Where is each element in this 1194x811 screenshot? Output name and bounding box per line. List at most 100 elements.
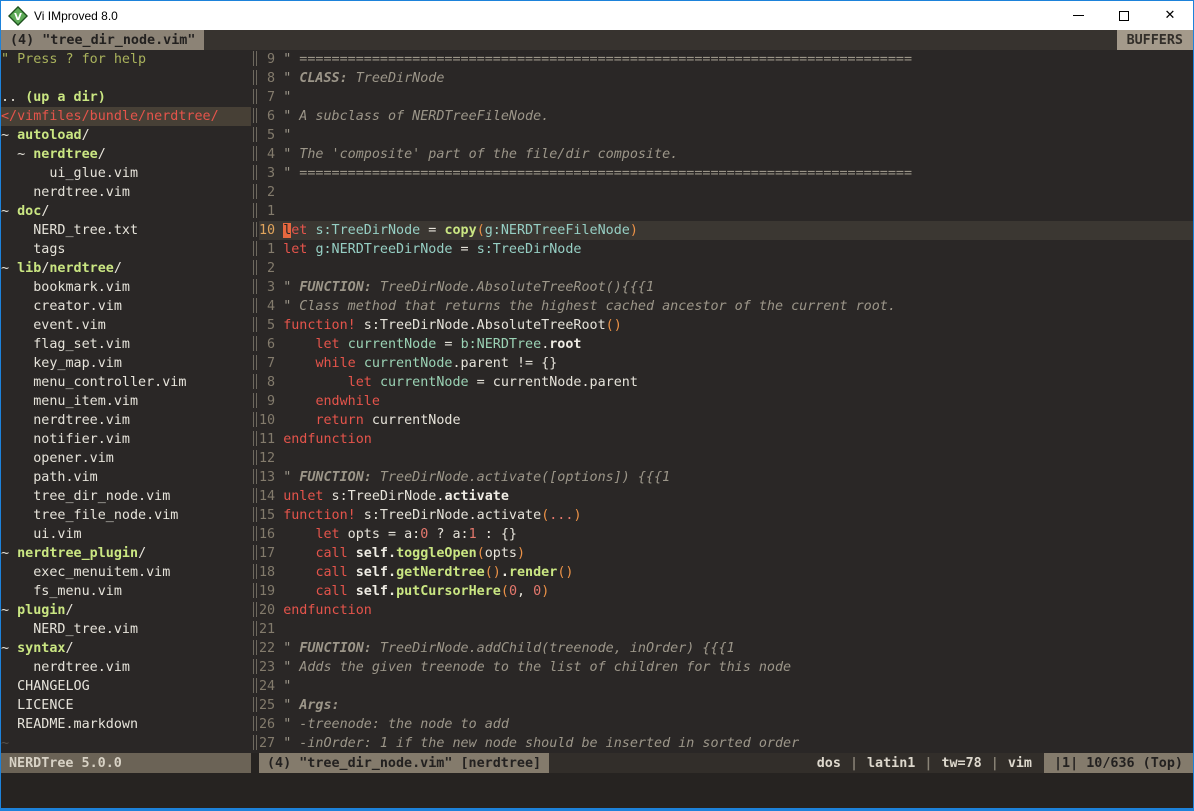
code-line[interactable]: 18 call self.getNerdtree().render(): [259, 563, 1193, 582]
tree-item[interactable]: fs_menu.vim: [1, 582, 251, 601]
tree-item[interactable]: event.vim: [1, 316, 251, 335]
code-line[interactable]: 5 function! s:TreeDirNode.AbsoluteTreeRo…: [259, 316, 1193, 335]
token-tl: currentNode: [380, 375, 469, 390]
maximize-button[interactable]: [1101, 1, 1147, 30]
tree-item[interactable]: menu_item.vim: [1, 392, 251, 411]
code-line[interactable]: 21: [259, 620, 1193, 639]
command-line-area: [1, 773, 1193, 808]
code-line[interactable]: 6 " A subclass of NERDTreeFileNode.: [259, 107, 1193, 126]
tree-item[interactable]: flag_set.vim: [1, 335, 251, 354]
token-tx: exec_menuitem.vim: [1, 565, 170, 580]
code-line[interactable]: 9 endwhile: [259, 392, 1193, 411]
tree-item[interactable]: README.markdown: [1, 715, 251, 734]
tab-active-buffer[interactable]: (4) "tree_dir_node.vim": [1, 30, 204, 50]
tree-item[interactable]: NERD_tree.vim: [1, 620, 251, 639]
code-line[interactable]: 4 " Class method that returns the highes…: [259, 297, 1193, 316]
tree-item[interactable]: CHANGELOG: [1, 677, 251, 696]
tree-item[interactable]: ~ nerdtree/: [1, 145, 251, 164]
tree-item[interactable]: ~: [1, 734, 251, 753]
tree-item[interactable]: notifier.vim: [1, 430, 251, 449]
tree-item[interactable]: NERD_tree.txt: [1, 221, 251, 240]
tree-item[interactable]: ~ lib/nerdtree/: [1, 259, 251, 278]
token-tx: nerdtree.vim: [1, 413, 130, 428]
code-line-current[interactable]: 10 let s:TreeDirNode = copy(g:NERDTreeFi…: [259, 221, 1193, 240]
tree-item[interactable]: ~ doc/: [1, 202, 251, 221]
code-line[interactable]: 11 endfunction: [259, 430, 1193, 449]
minimize-button[interactable]: [1055, 1, 1101, 30]
code-line[interactable]: 26 " -treenode: the node to add: [259, 715, 1193, 734]
code-line[interactable]: 12: [259, 449, 1193, 468]
tree-item[interactable]: ui_glue.vim: [1, 164, 251, 183]
code-line[interactable]: 3 " ====================================…: [259, 164, 1193, 183]
code-line[interactable]: 7 while currentNode.parent != {}: [259, 354, 1193, 373]
tree-item[interactable]: menu_controller.vim: [1, 373, 251, 392]
tree-item[interactable]: exec_menuitem.vim: [1, 563, 251, 582]
tree-item[interactable]: " Press ? for help: [1, 50, 251, 69]
tree-item[interactable]: ui.vim: [1, 525, 251, 544]
token-tx: [356, 356, 364, 371]
code-line[interactable]: 10 return currentNode: [259, 411, 1193, 430]
code-line[interactable]: 25 " Args:: [259, 696, 1193, 715]
editor-panel[interactable]: 9 " ====================================…: [259, 50, 1193, 753]
tree-root-item[interactable]: </vimfiles/bundle/nerdtree/: [1, 107, 251, 126]
tree-item[interactable]: bookmark.vim: [1, 278, 251, 297]
code-line[interactable]: 17 call self.toggleOpen(opts): [259, 544, 1193, 563]
code-line[interactable]: 23 " Adds the given treenode to the list…: [259, 658, 1193, 677]
close-button[interactable]: ✕: [1147, 1, 1193, 30]
code-line[interactable]: 2: [259, 259, 1193, 278]
line-number: 15: [259, 508, 283, 523]
code-line[interactable]: 19 call self.putCursorHere(0, 0): [259, 582, 1193, 601]
code-line[interactable]: 2: [259, 183, 1193, 202]
line-number: 16: [259, 527, 283, 542]
token-pr: (: [477, 546, 485, 561]
code-line[interactable]: 15 function! s:TreeDirNode.activate(...): [259, 506, 1193, 525]
tree-item[interactable]: nerdtree.vim: [1, 411, 251, 430]
tree-item[interactable]: key_map.vim: [1, 354, 251, 373]
tree-item[interactable]: ~ nerdtree_plugin/: [1, 544, 251, 563]
token-tx: NERD_tree.vim: [1, 622, 138, 637]
nerdtree-panel[interactable]: " Press ? for help .. (up a dir)</vimfile…: [1, 50, 251, 753]
tree-item[interactable]: ~ syntax/: [1, 639, 251, 658]
token-tx: ui_glue.vim: [1, 166, 138, 181]
tree-item[interactable]: nerdtree.vim: [1, 658, 251, 677]
code-line[interactable]: 22 " FUNCTION: TreeDirNode.addChild(tree…: [259, 639, 1193, 658]
code-line[interactable]: 1: [259, 202, 1193, 221]
line-number: 22: [259, 641, 283, 656]
code-line[interactable]: 13 " FUNCTION: TreeDirNode.activate([opt…: [259, 468, 1193, 487]
tree-item[interactable]: nerdtree.vim: [1, 183, 251, 202]
tree-item[interactable]: tree_file_node.vim: [1, 506, 251, 525]
tree-item[interactable]: .. (up a dir): [1, 88, 251, 107]
code-line[interactable]: 3 " FUNCTION: TreeDirNode.AbsoluteTreeRo…: [259, 278, 1193, 297]
tree-item[interactable]: opener.vim: [1, 449, 251, 468]
tree-item[interactable]: [1, 69, 251, 88]
tree-item[interactable]: ~ autoload/: [1, 126, 251, 145]
token-cmb: FUNCTION:: [299, 280, 372, 295]
code-line[interactable]: 1 let g:NERDTreeDirNode = s:TreeDirNode: [259, 240, 1193, 259]
code-line[interactable]: 20 endfunction: [259, 601, 1193, 620]
token-tx: .parent != {}: [453, 356, 558, 371]
token-cmb: CLASS:: [299, 71, 347, 86]
tree-item[interactable]: tags: [1, 240, 251, 259]
tree-item[interactable]: tree_dir_node.vim: [1, 487, 251, 506]
code-line[interactable]: 9 " ====================================…: [259, 50, 1193, 69]
code-line[interactable]: 7 ": [259, 88, 1193, 107]
tree-item[interactable]: ~ plugin/: [1, 601, 251, 620]
code-line[interactable]: 27 " -inOrder: 1 if the new node should …: [259, 734, 1193, 753]
tree-item[interactable]: creator.vim: [1, 297, 251, 316]
token-tx: creator.vim: [1, 299, 122, 314]
vim-window: V Vi IMproved 8.0 ✕ (4) "tree_dir_node.v…: [0, 0, 1194, 811]
code-line[interactable]: 6 let currentNode = b:NERDTree.root: [259, 335, 1193, 354]
token-tx: s:TreeDirNode.activate: [356, 508, 541, 523]
code-line[interactable]: 16 let opts = a:0 ? a:1 : {}: [259, 525, 1193, 544]
tree-item[interactable]: path.vim: [1, 468, 251, 487]
code-line[interactable]: 4 " The 'composite' part of the file/dir…: [259, 145, 1193, 164]
code-line[interactable]: 8 " CLASS: TreeDirNode: [259, 69, 1193, 88]
token-tx: /: [66, 641, 74, 656]
token-pr: (: [501, 584, 509, 599]
window-split-separator[interactable]: [251, 50, 259, 753]
code-line[interactable]: 8 let currentNode = currentNode.parent: [259, 373, 1193, 392]
code-line[interactable]: 24 ": [259, 677, 1193, 696]
code-line[interactable]: 5 ": [259, 126, 1193, 145]
code-line[interactable]: 14 unlet s:TreeDirNode.activate: [259, 487, 1193, 506]
tree-item[interactable]: LICENCE: [1, 696, 251, 715]
